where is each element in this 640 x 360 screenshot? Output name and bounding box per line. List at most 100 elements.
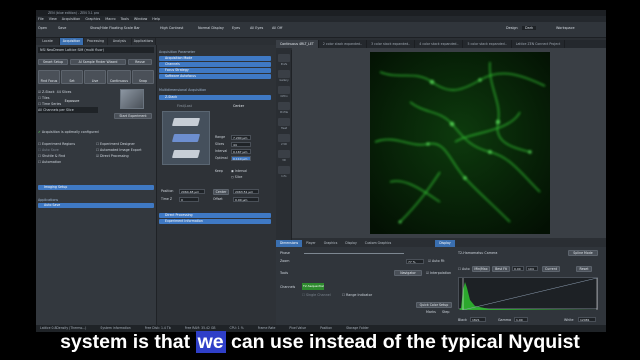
dimensions-display-panel: Phase Zoom 77 % ☑ Auto Fit Tools Navigat… [276, 247, 606, 325]
imaging-setup-section[interactable]: Imaging Setup [38, 185, 154, 190]
tab-dimensions[interactable]: Dimensions [276, 240, 303, 247]
doc-tab-5[interactable]: 5 color stack expanded.. [463, 40, 512, 48]
find-focus-button[interactable]: Find Focus [38, 70, 60, 84]
range-indicator-checkbox[interactable]: ☐ Range Indicator [342, 293, 372, 297]
center-button[interactable]: Center [213, 189, 229, 195]
heat-icon[interactable] [278, 118, 290, 126]
set-exposure-button[interactable]: Set Exposure [61, 70, 83, 103]
ai-sample-finder-button[interactable]: AI Sample Finder Wizard [70, 59, 126, 65]
snap-button[interactable]: Snap [132, 70, 154, 84]
reuse-button[interactable]: Reuse [128, 59, 152, 65]
show-scale-bar-toggle[interactable]: Show/Hide Floating Scale Bar [90, 26, 140, 30]
range-field[interactable]: 7.200 µm [231, 135, 251, 140]
zstack-section[interactable]: Z-Stack [159, 95, 271, 100]
position-field[interactable]: 2064.48 µm [179, 189, 205, 194]
view-3d-icon[interactable] [278, 150, 290, 158]
gallery-icon[interactable] [278, 70, 290, 78]
design-select[interactable]: Dark [522, 26, 537, 30]
optimal-button[interactable]: 0.110 µm [231, 156, 251, 161]
quick-color-setup-button[interactable]: Quick Color Setup [416, 302, 452, 308]
software-autofocus-section[interactable]: Software Autofocus [159, 74, 271, 79]
value-field-2[interactable]: 104 [526, 266, 538, 271]
timez-field[interactable]: 0 [179, 197, 199, 202]
tab-analysis[interactable]: Analysis [108, 38, 132, 45]
focus-strategy-section[interactable]: Focus Strategy [159, 68, 271, 73]
high-contrast-button[interactable]: High Contrast [160, 26, 183, 30]
minmax-button[interactable]: Min/Max [472, 266, 490, 272]
spline-mode-button[interactable]: Spline Mode [568, 250, 598, 256]
stack-slice-bottom [171, 150, 201, 158]
navigator-button[interactable]: Navigator [394, 270, 422, 276]
prefs-icon[interactable] [278, 54, 290, 62]
channels-mode-select[interactable]: All Channels per Slice [38, 107, 98, 113]
channel-chip[interactable]: T2-Sequential [302, 283, 324, 290]
first-last-tab[interactable]: First/Last [177, 103, 192, 109]
phase-slider[interactable] [304, 253, 404, 254]
interval-field[interactable]: 0.167 µm [231, 149, 251, 154]
tab-processing[interactable]: Processing [84, 38, 108, 45]
doc-tab-3[interactable]: 3 color stack expanded.. [367, 40, 416, 48]
workspace-label: Workspace [556, 26, 575, 30]
histogram-plot[interactable] [458, 277, 599, 311]
acquisition-mode-section[interactable]: Acquisition Mode [159, 56, 271, 61]
live-button[interactable]: Live [84, 70, 106, 84]
fit-eyes-button[interactable]: Eyes [232, 26, 240, 30]
experiment-information-section[interactable]: Experiment Information [159, 219, 271, 224]
smart-setup-button[interactable]: Smart Setup [38, 59, 68, 65]
video-frame: ZEN (blue edition) - ZEN 3.1 pro File Vi… [0, 0, 640, 360]
center-position-field[interactable]: 2063.51 µm [233, 189, 259, 194]
ortho-icon[interactable] [278, 86, 290, 94]
tab-player[interactable]: Player [302, 240, 320, 247]
reset-button[interactable]: Reset [576, 266, 592, 272]
start-experiment-button[interactable]: Start Experiment [114, 113, 152, 119]
best-fit-button[interactable]: Best Fit [492, 266, 510, 272]
fluorescence-structures [370, 52, 550, 234]
auto-fit-checkbox[interactable]: ☑ Auto Fit [428, 259, 445, 263]
doc-tab-1[interactable]: Continuous 4RLT_LET [276, 40, 319, 48]
doc-tab-2[interactable]: 2 color stack expanded.. [319, 40, 368, 48]
continuous-button[interactable]: Continuous [107, 70, 131, 84]
channels-section[interactable]: Channels [159, 62, 271, 67]
tab-graphics[interactable]: Graphics [320, 240, 342, 247]
tab-custom-graphics[interactable]: Custom Graphics [361, 240, 396, 247]
offset-field[interactable]: 0.00 µm [233, 197, 259, 202]
direct-processing-section[interactable]: Direct Processing [159, 213, 271, 218]
open-button[interactable]: Open [38, 26, 47, 30]
profile-icon[interactable] [278, 102, 290, 110]
acquisition-parameter-header: Acquisition Parameter [159, 50, 196, 54]
check-direct-processing[interactable]: ☑ Direct Processing [96, 153, 129, 159]
keep-interval-radio[interactable]: ◉ Interval [231, 169, 247, 173]
zoom-field[interactable]: 77 % [406, 259, 424, 264]
tab-acquisition[interactable]: Acquisition [60, 38, 84, 45]
gamma-field[interactable]: 1.00 [514, 317, 528, 322]
black-field[interactable]: 1821 [470, 317, 486, 322]
tab-display[interactable]: Display [341, 240, 360, 247]
doc-tab-6[interactable]: Lattice ZEN Connect Project [512, 40, 566, 48]
single-channel-checkbox[interactable]: ☐ Single Channel [302, 293, 331, 297]
center-tab[interactable]: Center [233, 103, 244, 109]
experiment-profile-select[interactable]: NSI NeoDream Lattice SIM (multi fluor) [38, 47, 154, 53]
all-eyes-button[interactable]: All Eyes [250, 26, 263, 30]
check-automation[interactable]: ☐ Automation [38, 159, 61, 165]
info-icon[interactable] [278, 166, 290, 174]
interpolation-checkbox[interactable]: ☑ Interpolation [426, 271, 451, 275]
auto-checkbox[interactable]: ☐ Auto [458, 267, 470, 271]
doc-tab-4[interactable]: 4 color stack expanded.. [415, 40, 464, 48]
white-field[interactable]: 12981 [578, 317, 596, 322]
fluorescence-image[interactable] [370, 52, 550, 234]
keep-slice-radio[interactable]: ○ Slice [231, 175, 242, 179]
value-field-1[interactable]: 0.00 [512, 266, 524, 271]
check-auto-save-label: Auto Save [42, 148, 59, 152]
tab-display-right[interactable]: Display [435, 240, 455, 247]
auto-save-section[interactable]: Auto Save [38, 203, 154, 208]
slices-field[interactable]: 44 [231, 142, 251, 147]
all-off-button[interactable]: All Off [272, 26, 282, 30]
check-experiment-regions-label: Experiment Regions [42, 142, 76, 146]
interpolation-label: Interpolation [430, 271, 452, 275]
normal-display-button[interactable]: Normal Display [198, 26, 224, 30]
save-button[interactable]: Save [58, 26, 66, 30]
tab-applications[interactable]: Applications [132, 38, 156, 45]
tab-locate[interactable]: Locate [36, 38, 60, 45]
view-2-5d-icon[interactable] [278, 134, 290, 142]
current-select[interactable]: Current [542, 266, 560, 272]
